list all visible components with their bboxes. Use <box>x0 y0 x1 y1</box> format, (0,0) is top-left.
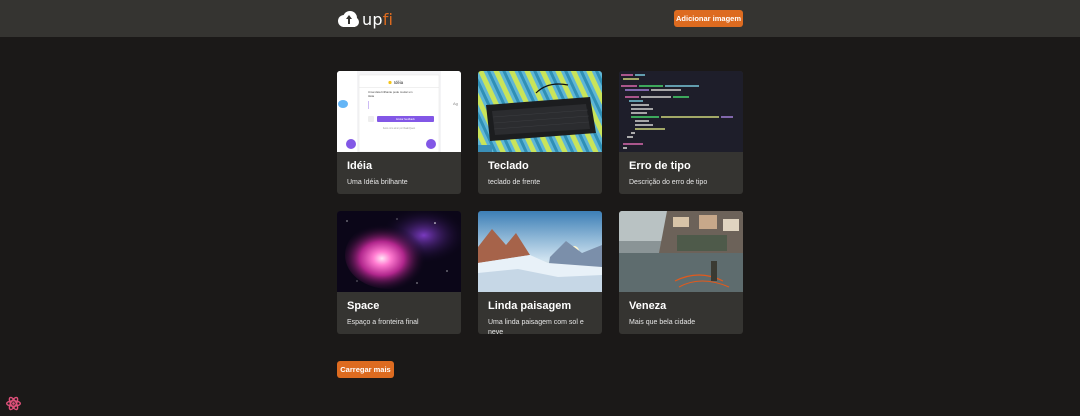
card-title: Idéia <box>347 160 373 172</box>
card-title: Teclado <box>488 160 529 172</box>
image-card[interactable]: Idéia Uma idéia brilhante pode mudar um … <box>337 71 461 194</box>
card-image[interactable]: Idéia Uma idéia brilhante pode mudar um … <box>337 71 461 152</box>
logo-text: upfi <box>362 9 394 29</box>
card-description: Mais que bela cidade <box>629 319 696 326</box>
thumb-footer: Feito com amor por RaabQuest <box>383 127 416 130</box>
image-card[interactable]: Space Espaço a fronteira final <box>337 211 461 334</box>
card-title: Linda paisagem <box>488 300 572 312</box>
thumb-button-text: Enviar feedback <box>396 117 415 121</box>
card-image[interactable] <box>619 211 743 292</box>
top-header: upfi Adicionar imagem <box>0 0 1080 37</box>
image-card[interactable]: Erro de tipo Descrição do erro de tipo <box>619 71 743 194</box>
image-card[interactable]: Linda paisagem Uma linda paisagem com so… <box>478 211 602 334</box>
card-title: Erro de tipo <box>629 160 691 172</box>
image-card[interactable]: Veneza Mais que bela cidade <box>619 211 743 334</box>
card-description: Descrição do erro de tipo <box>629 179 708 186</box>
thumb-line: Idéia <box>368 94 375 98</box>
card-image[interactable] <box>619 71 743 152</box>
thumb-modal-title: Idéia <box>394 80 404 85</box>
card-description: Uma linda paisagem com sol e neve <box>488 319 584 334</box>
card-image[interactable] <box>337 211 461 292</box>
image-grid: Idéia Uma idéia brilhante pode mudar um … <box>337 71 743 345</box>
add-image-button[interactable]: Adicionar imagem <box>674 10 743 27</box>
card-description: Uma Idéia brilhante <box>347 179 408 186</box>
svg-text:Ag: Ag <box>453 101 458 106</box>
card-title: Space <box>347 300 380 312</box>
upfi-logo[interactable]: upfi <box>337 9 393 29</box>
load-more-button[interactable]: Carregar mais <box>337 361 394 378</box>
card-description: teclado de frente <box>488 179 541 186</box>
cloud-upload-icon <box>338 11 359 27</box>
card-image[interactable] <box>478 211 602 292</box>
thumb-line: Uma idéia brilhante pode mudar um <box>368 90 413 94</box>
image-card[interactable]: Teclado teclado de frente <box>478 71 602 194</box>
react-icon[interactable] <box>5 395 22 412</box>
card-image[interactable] <box>478 71 602 152</box>
card-title: Veneza <box>629 300 667 312</box>
card-description: Espaço a fronteira final <box>347 319 419 326</box>
